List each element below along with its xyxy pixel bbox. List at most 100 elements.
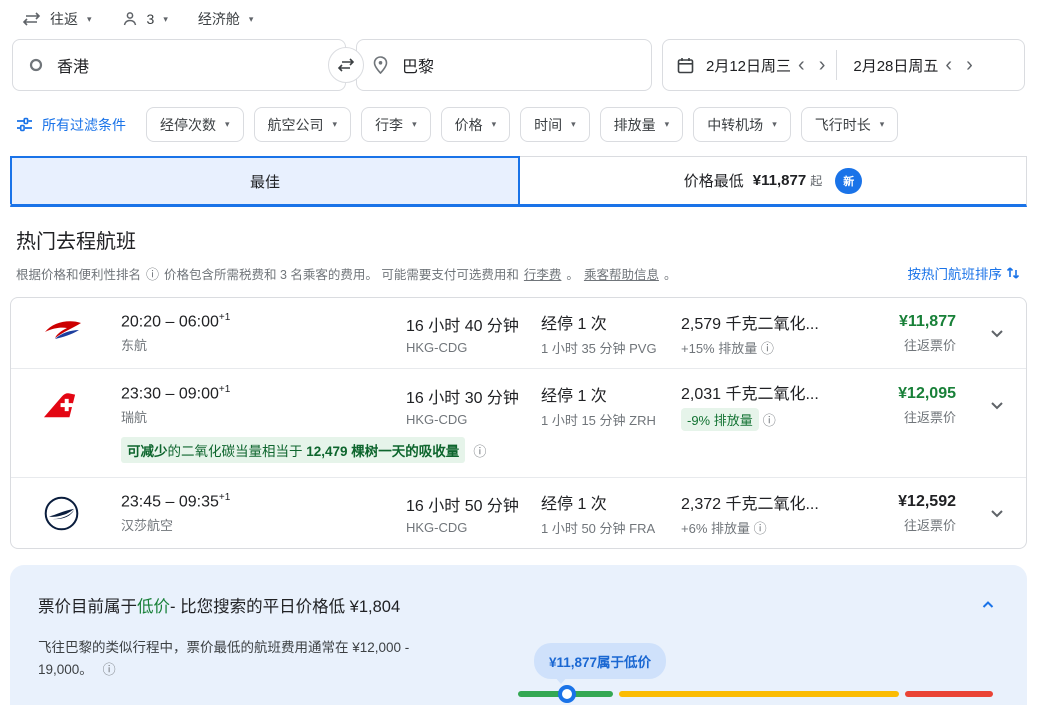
return-date-next-icon[interactable]: ›	[959, 55, 980, 75]
info-icon[interactable]: ⓘ	[761, 341, 774, 356]
eco-bold-text: 12,479 棵树一天的吸收量	[306, 444, 459, 459]
fare-type: 往返票价	[891, 335, 956, 354]
origin-field[interactable]	[12, 39, 346, 91]
plus-days: +1	[219, 384, 230, 395]
depart-date-next-icon[interactable]: ›	[812, 55, 833, 75]
search-row: 2月12日周三 ‹ › 2月28日周五 ‹ ›	[0, 33, 1037, 91]
fare-type: 往返票价	[891, 407, 956, 426]
sort-by-popular-button[interactable]: 按热门航班排序	[908, 263, 1022, 283]
price-insight-body: 飞往巴黎的类似行程中，票价最低的航班费用通常在 ¥12,000 - 19,000…	[38, 637, 462, 705]
trip-type-select[interactable]: 往返 ▾	[22, 9, 92, 29]
eco-bold-text: 可减少	[127, 444, 168, 459]
stop-detail: 1 小时 15 分钟 ZRH	[541, 410, 681, 429]
flight-times: 20:20 – 06:00	[121, 313, 219, 330]
insight-body-text: 飞往巴黎的类似行程中，票价最低的航班费用通常在 ¥12,000 - 19,000…	[38, 640, 409, 677]
emissions-amount: 2,372 千克二氧化...	[681, 490, 891, 514]
flight-price: ¥12,095	[891, 385, 956, 403]
chevron-down-icon: ▾	[225, 120, 230, 129]
expand-flight-button[interactable]	[968, 393, 1026, 417]
info-icon[interactable]: ⓘ	[473, 441, 486, 460]
destination-field[interactable]	[356, 39, 652, 91]
all-filters-button[interactable]: 所有过滤条件	[16, 115, 126, 135]
filter-chip-connecting-airports[interactable]: 中转机场 ▾	[693, 107, 791, 142]
info-icon[interactable]: ⓘ	[763, 413, 776, 428]
info-icon[interactable]: ⓘ	[754, 521, 767, 536]
chip-label: 时间	[534, 115, 562, 135]
flight-row-china-eastern[interactable]: 20:20 – 06:00+1 东航 16 小时 40 分钟 HKG-CDG 经…	[11, 298, 1026, 368]
filter-chip-emissions[interactable]: 排放量 ▾	[600, 107, 684, 142]
flight-row-swiss[interactable]: 23:30 – 09:00+1 瑞航 16 小时 30 分钟 HKG-CDG 经…	[11, 368, 1026, 477]
chevron-down-icon: ▾	[412, 120, 417, 129]
passenger-count: 3	[147, 11, 155, 27]
current-price-tooltip: ¥11,877属于低价	[534, 643, 666, 679]
sort-arrows-icon	[1005, 265, 1021, 281]
fare-type: 往返票价	[891, 515, 956, 534]
chevron-down-icon: ▾	[492, 120, 497, 129]
period-text: 。	[664, 264, 677, 283]
filter-chip-price[interactable]: 价格 ▾	[441, 107, 511, 142]
return-date-prev-icon[interactable]: ‹	[938, 55, 959, 75]
person-icon	[122, 11, 138, 27]
emissions-delta-badge: -9% 排放量	[681, 408, 759, 431]
destination-input[interactable]	[402, 56, 635, 74]
tab-cheapest-suffix: 起	[810, 172, 822, 189]
date-range-field[interactable]: 2月12日周三 ‹ › 2月28日周五 ‹ ›	[662, 39, 1025, 91]
flight-route: HKG-CDG	[406, 520, 541, 535]
depart-date-prev-icon[interactable]: ‹	[791, 55, 812, 75]
info-icon[interactable]: ⓘ	[103, 662, 116, 677]
high-price-segment	[905, 691, 993, 697]
filter-chip-bags[interactable]: 行李 ▾	[361, 107, 431, 142]
info-icon[interactable]: ⓘ	[146, 264, 159, 283]
stops-count: 经停 1 次	[541, 382, 681, 406]
filter-chip-stops[interactable]: 经停次数 ▾	[146, 107, 244, 142]
lufthansa-logo-icon	[11, 495, 121, 532]
tab-cheapest-price: ¥11,877	[753, 172, 806, 189]
emissions-amount: 2,031 千克二氧化...	[681, 380, 891, 404]
page-title: 热门去程航班	[0, 207, 1037, 254]
passenger-help-link[interactable]: 乘客帮助信息	[584, 264, 659, 283]
return-date[interactable]: 2月28日周五	[853, 55, 938, 76]
filter-chip-duration[interactable]: 飞行时长 ▾	[801, 107, 899, 142]
emissions-amount: 2,579 千克二氧化...	[681, 310, 891, 334]
origin-input[interactable]	[57, 56, 329, 74]
emissions-delta: +6% 排放量	[681, 521, 750, 536]
tab-best-label: 最佳	[250, 171, 280, 192]
airline-name: 瑞航	[121, 407, 406, 426]
chevron-down-icon: ▾	[249, 15, 254, 24]
chip-label: 中转机场	[707, 115, 763, 135]
collapse-panel-button[interactable]	[977, 594, 999, 616]
passenger-select[interactable]: 3 ▾	[122, 11, 168, 27]
emissions-delta: +15% 排放量	[681, 341, 757, 356]
chip-label: 价格	[455, 115, 483, 135]
eco-banner-row: 可减少的二氧化碳当量相当于 12,479 棵树一天的吸收量 ⓘ	[11, 435, 1026, 477]
chevron-down-icon: ▾	[571, 120, 576, 129]
all-filters-label: 所有过滤条件	[42, 115, 126, 135]
flight-route: HKG-CDG	[406, 340, 541, 355]
filter-chip-airlines[interactable]: 航空公司 ▾	[254, 107, 352, 142]
chip-label: 经停次数	[160, 115, 216, 135]
date-divider	[836, 50, 837, 80]
expand-flight-button[interactable]	[968, 321, 1026, 345]
location-pin-icon	[373, 56, 388, 74]
result-tabs: 最佳 价格最低 ¥11,877 起 新	[10, 156, 1027, 207]
swap-locations-button[interactable]	[328, 47, 364, 83]
stops-count: 经停 1 次	[541, 490, 681, 514]
plus-days: +1	[219, 492, 230, 503]
cabin-class-label: 经济舱	[198, 9, 240, 29]
filter-chip-times[interactable]: 时间 ▾	[520, 107, 590, 142]
trip-type-label: 往返	[50, 9, 78, 29]
airline-name: 东航	[121, 335, 406, 354]
bag-fee-link[interactable]: 行李费	[524, 264, 562, 283]
cabin-class-select[interactable]: 经济舱 ▾	[198, 9, 254, 29]
flight-duration: 16 小时 30 分钟	[406, 384, 541, 408]
current-price-marker	[558, 685, 576, 703]
tab-cheapest[interactable]: 价格最低 ¥11,877 起 新	[520, 157, 1026, 204]
expand-flight-button[interactable]	[968, 501, 1026, 525]
flight-duration: 16 小时 40 分钟	[406, 312, 541, 336]
flight-row-lufthansa[interactable]: 23:45 – 09:35+1 汉莎航空 16 小时 50 分钟 HKG-CDG…	[11, 477, 1026, 548]
tab-best[interactable]: 最佳	[10, 156, 520, 204]
tab-cheapest-label: 价格最低	[684, 170, 744, 191]
chevron-down-icon: ▾	[772, 120, 777, 129]
depart-date[interactable]: 2月12日周三	[706, 55, 791, 76]
price-history-slider: ¥11,877属于低价 ¥12,000 ¥19,000	[518, 637, 999, 705]
